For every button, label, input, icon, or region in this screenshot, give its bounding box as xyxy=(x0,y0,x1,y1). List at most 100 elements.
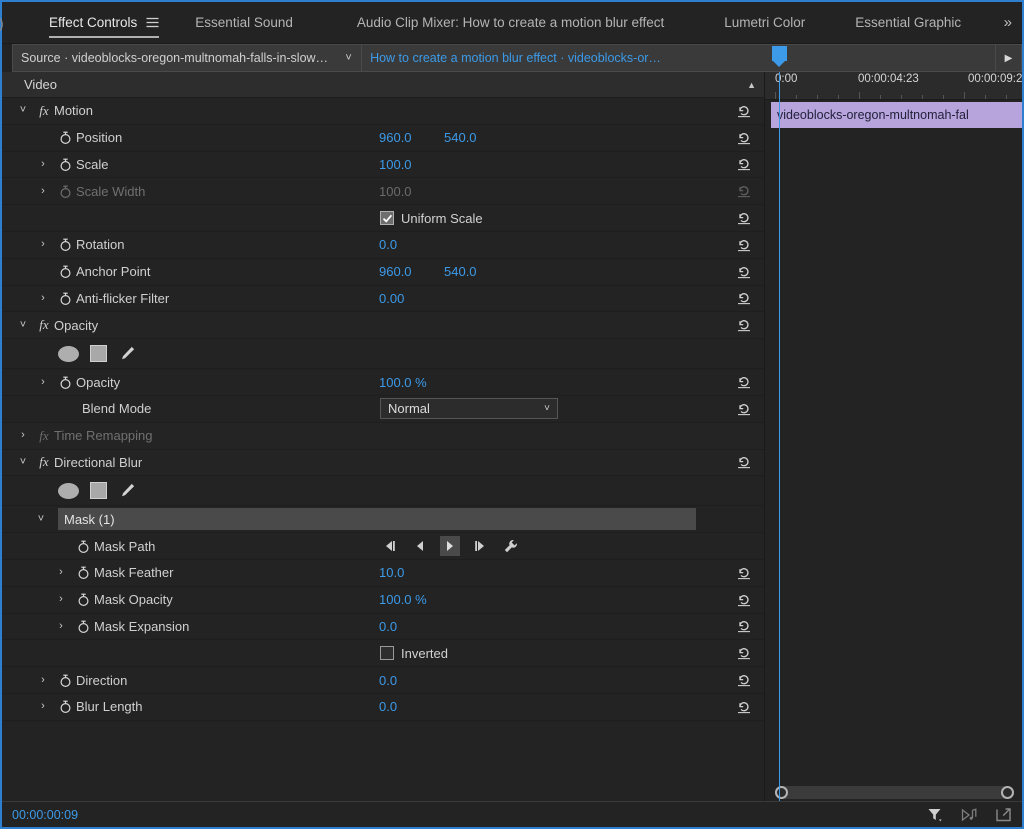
reset-button[interactable] xyxy=(736,592,752,608)
property-row-inverted[interactable]: Inverted xyxy=(2,640,764,668)
current-timecode[interactable]: 00:00:00:09 xyxy=(12,808,78,822)
reset-button[interactable] xyxy=(736,130,752,146)
stopwatch-icon[interactable] xyxy=(54,157,76,172)
stopwatch-icon[interactable] xyxy=(54,130,76,145)
stopwatch-icon[interactable] xyxy=(54,673,76,688)
timeline-track-area[interactable]: videoblocks-oregon-multnomah-fal xyxy=(765,100,1022,801)
tab-lumetri-color[interactable]: Lumetri Color xyxy=(724,2,805,44)
play-icon[interactable] xyxy=(440,536,460,557)
reset-button[interactable] xyxy=(736,565,752,581)
twirl-motion[interactable] xyxy=(12,105,34,116)
stopwatch-icon[interactable] xyxy=(72,619,94,634)
stopwatch-icon[interactable] xyxy=(72,539,94,554)
reset-button[interactable] xyxy=(736,210,752,226)
stopwatch-icon[interactable] xyxy=(54,291,76,306)
pen-mask-icon[interactable] xyxy=(118,345,136,363)
reset-button[interactable] xyxy=(736,645,752,661)
reset-button[interactable] xyxy=(736,618,752,634)
playhead-head-icon[interactable] xyxy=(772,46,787,67)
property-row-blur-length[interactable]: Blur Length 0.0 xyxy=(2,693,764,721)
source-dropdown-button[interactable]: ˅ xyxy=(336,44,363,72)
property-row-direction[interactable]: Direction 0.0 xyxy=(2,667,764,694)
reset-button[interactable] xyxy=(736,264,752,280)
property-group-time-remapping[interactable]: fx Time Remapping xyxy=(2,422,764,450)
ellipse-mask-icon[interactable] xyxy=(58,345,79,362)
uniform-scale-checkbox[interactable] xyxy=(380,211,394,226)
twirl-rotation[interactable] xyxy=(32,239,54,250)
twirl-opacity-group[interactable] xyxy=(12,320,34,331)
property-value[interactable]: 0.00 xyxy=(379,291,404,306)
property-row-mask-expansion[interactable]: Mask Expansion 0.0 xyxy=(2,613,764,641)
stopwatch-icon[interactable] xyxy=(54,699,76,714)
stopwatch-icon[interactable] xyxy=(54,184,76,199)
zoom-handle-right[interactable] xyxy=(1001,785,1014,799)
twirl-directional-blur[interactable] xyxy=(12,457,34,468)
property-row-uniform-scale[interactable]: Uniform Scale xyxy=(2,205,764,232)
twirl-scale[interactable] xyxy=(32,159,54,170)
twirl-time-remapping[interactable] xyxy=(12,430,34,441)
reset-button[interactable] xyxy=(736,317,752,333)
tab-overflow-button[interactable]: » xyxy=(1004,14,1012,32)
reset-button[interactable] xyxy=(736,290,752,306)
active-clip-breadcrumb[interactable]: How to create a motion blur effect · vid… xyxy=(362,44,996,72)
zoom-scrollbar-track[interactable] xyxy=(775,785,1014,799)
twirl-mask-expansion[interactable] xyxy=(50,621,72,632)
property-value[interactable]: 0.0 xyxy=(379,237,397,252)
property-group-opacity[interactable]: fx Opacity xyxy=(2,312,764,340)
ellipse-mask-icon[interactable] xyxy=(58,482,79,499)
property-value[interactable]: 100.0 % xyxy=(379,592,427,607)
tab-essential-graphic[interactable]: Essential Graphic xyxy=(855,2,961,44)
tab-effect-controls[interactable]: Effect Controls xyxy=(49,2,160,44)
property-group-motion[interactable]: fx Motion xyxy=(2,98,764,125)
property-row-scale[interactable]: Scale 100.0 xyxy=(2,151,764,179)
stopwatch-icon[interactable] xyxy=(72,592,94,607)
wrench-icon[interactable] xyxy=(500,536,520,556)
timeline-playhead[interactable] xyxy=(772,46,787,801)
property-row-rotation[interactable]: Rotation 0.0 xyxy=(2,231,764,259)
inverted-checkbox[interactable] xyxy=(380,646,394,661)
property-row-mask-opacity[interactable]: Mask Opacity 100.0 % xyxy=(2,586,764,614)
export-icon[interactable] xyxy=(994,806,1012,824)
property-value-y[interactable]: 540.0 xyxy=(444,264,477,279)
property-value-y[interactable]: 540.0 xyxy=(444,130,477,145)
reset-button[interactable] xyxy=(736,237,752,253)
property-value-x[interactable]: 960.0 xyxy=(379,130,412,145)
stopwatch-icon[interactable] xyxy=(54,375,76,390)
property-value[interactable]: 0.0 xyxy=(379,699,397,714)
property-row-anti-flicker-filter[interactable]: Anti-flicker Filter 0.00 xyxy=(2,285,764,313)
blend-mode-dropdown[interactable]: Normal ˅ xyxy=(380,398,558,420)
twirl-direction[interactable] xyxy=(32,675,54,686)
source-selector[interactable]: Source · videoblocks-oregon-multnomah-fa… xyxy=(12,44,337,72)
property-value[interactable]: 0.0 xyxy=(379,619,397,634)
property-row-anchor-point[interactable]: Anchor Point 960.0 540.0 xyxy=(2,258,764,286)
timeline-ruler[interactable]: 0:00 00:00:04:23 00:00:09:2 xyxy=(765,72,1022,100)
reset-button[interactable] xyxy=(736,454,752,470)
twirl-mask-feather[interactable] xyxy=(50,567,72,578)
twirl-scale-width[interactable] xyxy=(32,186,54,197)
stopwatch-icon[interactable] xyxy=(72,565,94,580)
stopwatch-icon[interactable] xyxy=(54,237,76,252)
zoom-handle-left[interactable] xyxy=(775,785,788,799)
twirl-blur-length[interactable] xyxy=(32,701,54,712)
rectangle-mask-icon[interactable] xyxy=(90,345,107,363)
property-value[interactable]: 100.0 % xyxy=(379,375,427,390)
property-row-mask-feather[interactable]: Mask Feather 10.0 xyxy=(2,559,764,587)
property-group-directional-blur[interactable]: fx Directional Blur xyxy=(2,449,764,477)
reset-button[interactable] xyxy=(736,374,752,390)
property-row-position[interactable]: Position 960.0 540.0 xyxy=(2,124,764,152)
stopwatch-icon[interactable] xyxy=(54,264,76,279)
mask-group-row[interactable]: Mask (1) xyxy=(2,506,764,534)
timeline-clip-bar[interactable]: videoblocks-oregon-multnomah-fal xyxy=(771,102,1022,128)
tab-audio-clip-mixer[interactable]: Audio Clip Mixer: How to create a motion… xyxy=(357,2,664,44)
play-audio-icon[interactable] xyxy=(960,806,978,824)
rectangle-mask-icon[interactable] xyxy=(90,482,107,500)
reset-button[interactable] xyxy=(736,699,752,715)
step-back-icon[interactable] xyxy=(410,536,430,556)
clip-forward-button[interactable]: ▶ xyxy=(996,44,1022,72)
property-value[interactable]: 10.0 xyxy=(379,565,404,580)
property-value-x[interactable]: 960.0 xyxy=(379,264,412,279)
filter-icon[interactable] xyxy=(926,806,944,824)
pen-mask-icon[interactable] xyxy=(118,482,136,500)
step-forward-icon[interactable] xyxy=(470,536,490,556)
panel-menu-icon[interactable] xyxy=(146,17,159,28)
